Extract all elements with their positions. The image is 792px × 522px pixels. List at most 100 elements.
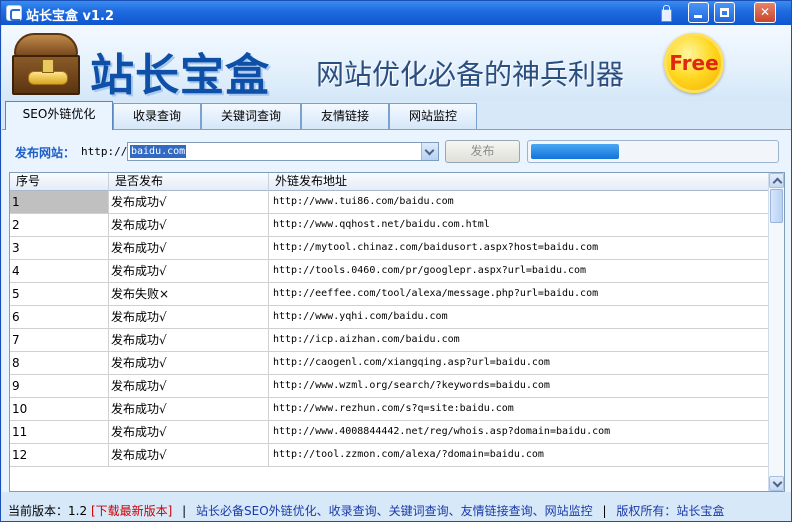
row-status[interactable]: 发布成功√	[109, 398, 269, 420]
table-row[interactable]: 5 发布失败× http://eeffee.com/tool/alexa/messa…	[10, 283, 769, 306]
row-status[interactable]: 发布成功√	[109, 352, 269, 374]
row-url[interactable]: http://www.4008844442.net/reg/whois.asp?…	[269, 421, 769, 443]
site-url-combobox[interactable]: baidu.com	[127, 142, 439, 161]
row-index[interactable]: 12	[10, 444, 109, 466]
row-status[interactable]: 发布成功√	[109, 306, 269, 328]
row-status[interactable]: 发布成功√	[109, 237, 269, 259]
table-row[interactable]: 1 发布成功√ http://www.tui86.com/baidu.com	[10, 191, 769, 214]
table-row[interactable]: 12 发布成功√ http://tool.zzmon.com/alexa/?doma…	[10, 444, 769, 467]
tab-site-monitor[interactable]: 网站监控	[389, 103, 477, 130]
row-index[interactable]: 7	[10, 329, 109, 351]
column-header-index[interactable]: 序号	[10, 173, 109, 191]
minimize-icon	[694, 15, 702, 18]
row-status[interactable]: 发布成功√	[109, 191, 269, 213]
table-row[interactable]: 9 发布成功√ http://www.wzml.org/search/?keywor…	[10, 375, 769, 398]
clipboard-icon[interactable]	[659, 5, 673, 22]
row-url[interactable]: http://www.rezhun.com/s?q=site:baidu.com	[269, 398, 769, 420]
close-icon: ✕	[759, 5, 771, 19]
brand-logo-text: 站长宝盒	[90, 50, 270, 101]
status-bar: 当前版本：1.2 [下载最新版本] | 站长必备SEO外链优化、收录查询、关键词…	[2, 497, 791, 521]
row-status[interactable]: 发布成功√	[109, 214, 269, 236]
row-url[interactable]: http://mytool.chinaz.com/baidusort.aspx?…	[269, 237, 769, 259]
row-url[interactable]: http://eeffee.com/tool/alexa/message.php…	[269, 283, 769, 305]
url-prefix: http://	[81, 145, 128, 158]
table-row[interactable]: 6 发布成功√ http://www.yqhi.com/baidu.com	[10, 306, 769, 329]
row-status[interactable]: 发布成功√	[109, 444, 269, 466]
table-row[interactable]: 11 发布成功√ http://www.4008844442.net/reg/who…	[10, 421, 769, 444]
chevron-down-icon[interactable]	[421, 143, 438, 160]
maximize-button[interactable]	[714, 2, 735, 23]
link-results-table[interactable]: 序号 是否发布 外链发布地址 1 发布成功√ http://www.tui86.co…	[9, 172, 785, 492]
row-index[interactable]: 4	[10, 260, 109, 282]
row-index[interactable]: 6	[10, 306, 109, 328]
close-button[interactable]: ✕	[754, 2, 776, 23]
banner: 站长宝盒 网站优化必备的神兵利器 Free	[2, 25, 791, 101]
row-url[interactable]: http://www.wzml.org/search/?keywords=bai…	[269, 375, 769, 397]
row-index[interactable]: 11	[10, 421, 109, 443]
column-header-status[interactable]: 是否发布	[109, 173, 269, 191]
scroll-thumb[interactable]	[770, 189, 783, 223]
row-url[interactable]: http://tools.0460.com/pr/googlepr.aspx?u…	[269, 260, 769, 282]
publish-site-label: 发布网站：	[15, 146, 76, 160]
row-status[interactable]: 发布失败×	[109, 283, 269, 305]
status-separator: |	[182, 504, 187, 518]
table-row[interactable]: 4 发布成功√ http://tools.0460.com/pr/googlepr.…	[10, 260, 769, 283]
row-url[interactable]: http://tool.zzmon.com/alexa/?domain=baid…	[269, 444, 769, 466]
copyright-text: 版权所有：站长宝盒	[616, 504, 725, 518]
tab-keyword-query[interactable]: 关键词查询	[201, 103, 301, 130]
version-label: 当前版本：	[8, 504, 69, 518]
tab-index-query[interactable]: 收录查询	[113, 103, 201, 130]
chest-gold	[28, 71, 68, 85]
row-status[interactable]: 发布成功√	[109, 260, 269, 282]
publish-progress-bar	[527, 140, 779, 163]
row-url[interactable]: http://icp.aizhan.com/baidu.com	[269, 329, 769, 351]
scroll-down-icon[interactable]	[769, 476, 784, 491]
row-url[interactable]: http://www.tui86.com/baidu.com	[269, 191, 769, 213]
table-header: 序号 是否发布 外链发布地址	[10, 173, 769, 191]
row-status[interactable]: 发布成功√	[109, 329, 269, 351]
tab-strip: SEO外链优化 收录查询 关键词查询 友情链接 网站监控	[2, 101, 791, 130]
maximize-icon	[720, 8, 729, 17]
free-badge-text: Free	[669, 51, 719, 75]
table-body: 1 发布成功√ http://www.tui86.com/baidu.com 2 发布成…	[10, 191, 769, 467]
status-separator: |	[602, 504, 607, 518]
feature-description: 站长必备SEO外链优化、收录查询、关键词查询、友情链接查询、网站监控	[196, 504, 593, 518]
table-row[interactable]: 2 发布成功√ http://www.qqhost.net/baidu.com.ht…	[10, 214, 769, 237]
table-row[interactable]: 7 发布成功√ http://icp.aizhan.com/baidu.com	[10, 329, 769, 352]
progress-fill	[531, 144, 619, 159]
publish-button[interactable]: 发布	[445, 140, 520, 163]
tab-friend-links[interactable]: 友情链接	[301, 103, 389, 130]
row-index[interactable]: 9	[10, 375, 109, 397]
row-status[interactable]: 发布成功√	[109, 375, 269, 397]
banner-slogan: 网站优化必备的神兵利器	[316, 58, 625, 91]
row-index[interactable]: 1	[10, 191, 109, 213]
minimize-button[interactable]	[688, 2, 709, 23]
row-status[interactable]: 发布成功√	[109, 421, 269, 443]
app-window: 站长宝盒 v1.2 ✕ 站长宝盒 网站优化必备的神兵利器 Free SEO外链优…	[0, 0, 792, 522]
row-index[interactable]: 8	[10, 352, 109, 374]
download-latest-link[interactable]: [下载最新版本]	[91, 504, 172, 518]
table-row[interactable]: 3 发布成功√ http://mytool.chinaz.com/baidusort…	[10, 237, 769, 260]
window-title: 站长宝盒 v1.2	[26, 9, 115, 24]
column-header-url[interactable]: 外链发布地址	[269, 173, 769, 191]
scroll-up-icon[interactable]	[769, 173, 784, 188]
row-url[interactable]: http://caogenl.com/xiangqing.asp?url=bai…	[269, 352, 769, 374]
chest-lock-icon	[42, 59, 54, 73]
tab-seo-links[interactable]: SEO外链优化	[5, 101, 113, 130]
row-index[interactable]: 2	[10, 214, 109, 236]
vertical-scrollbar[interactable]	[768, 173, 784, 491]
title-bar[interactable]: 站长宝盒 v1.2 ✕	[1, 1, 791, 25]
table-row[interactable]: 10 发布成功√ http://www.rezhun.com/s?q=site:ba…	[10, 398, 769, 421]
site-url-value[interactable]: baidu.com	[130, 145, 187, 158]
row-url[interactable]: http://www.qqhost.net/baidu.com.html	[269, 214, 769, 236]
row-index[interactable]: 5	[10, 283, 109, 305]
row-url[interactable]: http://www.yqhi.com/baidu.com	[269, 306, 769, 328]
app-icon[interactable]	[6, 5, 22, 21]
row-index[interactable]: 10	[10, 398, 109, 420]
table-row[interactable]: 8 发布成功√ http://caogenl.com/xiangqing.asp?u…	[10, 352, 769, 375]
row-index[interactable]: 3	[10, 237, 109, 259]
version-number: 1.2	[68, 504, 88, 518]
chest-lid	[14, 33, 78, 57]
free-badge-icon: Free	[664, 33, 724, 93]
treasure-chest-icon	[12, 33, 80, 97]
